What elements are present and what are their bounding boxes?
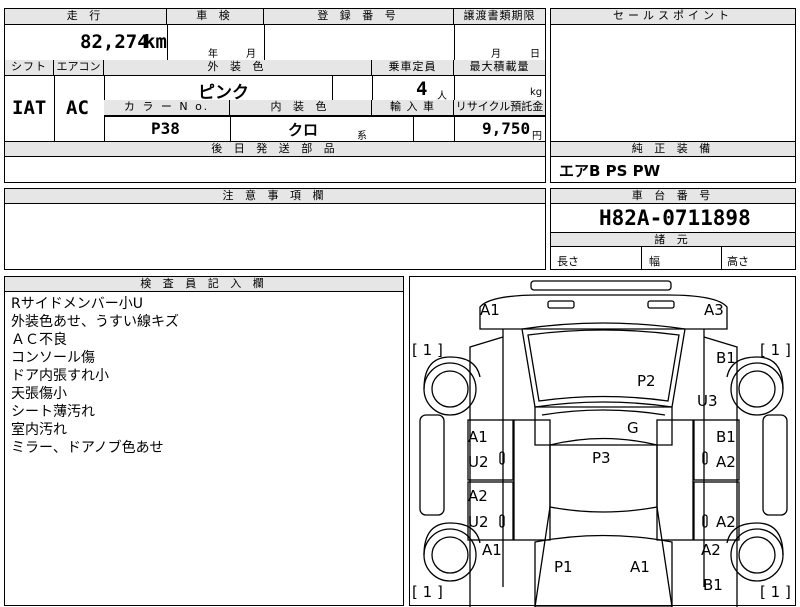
- chassis-header: 車 台 番 号: [551, 189, 795, 204]
- mark-left-rear-door: A2: [468, 487, 488, 505]
- divider: [721, 247, 722, 269]
- mark-left-rear-door-2: U2: [468, 513, 489, 531]
- sales-point-section: セールスポイント: [550, 8, 796, 142]
- inspection-month-unit: 月: [246, 49, 256, 60]
- interior-suffix: 系: [357, 131, 367, 142]
- note-line: ドア内張すれ小: [11, 368, 109, 384]
- bracket-front-right: [ 1 ]: [760, 341, 791, 359]
- transfer-month-unit: 月: [491, 49, 501, 60]
- note-line: ＡＣ不良: [11, 332, 67, 348]
- capacity-header: 乗車定員: [372, 60, 454, 76]
- length-label: 長さ: [557, 255, 579, 268]
- interior-color-value: クロ: [288, 121, 319, 139]
- note-line: シート薄汚れ: [11, 404, 95, 420]
- recycle-value: 9,750: [482, 119, 531, 138]
- shift-value: IAT: [12, 97, 47, 119]
- divider: [641, 247, 642, 269]
- later-parts-header: 後 日 発 送 部 品: [5, 142, 545, 157]
- mark-left-front-door: A1: [468, 428, 488, 446]
- caution-header: 注 意 事 項 欄: [5, 189, 545, 204]
- max-load-unit: kg: [530, 87, 543, 98]
- equipment-section: 純 正 装 備 エアB PS PW: [550, 141, 796, 183]
- sales-point-header: セールスポイント: [551, 9, 795, 25]
- car-diagram: [ 1 ] [ 1 ] [ 1 ] [ 1 ] A1 A3 B1 P2 U3 G…: [409, 276, 796, 607]
- shift-header: シフト: [5, 60, 54, 76]
- mark-right-front-door-2: A2: [716, 453, 736, 471]
- mark-rear-right: B1: [703, 576, 723, 594]
- mark-windshield: P2: [637, 372, 656, 390]
- color-no-header: カ ラ ー N o.: [104, 100, 230, 116]
- recycle-unit: 円: [532, 131, 542, 142]
- registration-header: 登 録 番 号: [264, 9, 454, 25]
- equipment-value: エアB PS PW: [559, 162, 661, 180]
- inspection-year-unit: 年: [208, 49, 218, 60]
- mark-left-quarter: A1: [482, 541, 502, 559]
- inspector-notes: Rサイドメンバー小U 外装色あせ、うすい線キズ ＡＣ不良 コンソール傷 ドア内張…: [11, 295, 179, 457]
- vehicle-info-form: 走 行 車 検 登 録 番 号 譲渡書類期限 82,274 km 年 月 月 日…: [4, 8, 546, 142]
- color-no-value: P38: [151, 119, 180, 138]
- dimensions-header: 諸 元: [551, 232, 795, 247]
- interior-color-header: 内 装 色: [230, 100, 372, 116]
- ac-value: AC: [66, 97, 89, 119]
- note-line: 室内汚れ: [11, 422, 67, 438]
- divider: [332, 75, 333, 100]
- mileage-value: 82,274: [80, 31, 149, 53]
- transfer-day-unit: 日: [530, 49, 540, 60]
- divider: [413, 116, 414, 141]
- bracket-rear-left: [ 1 ]: [412, 583, 443, 601]
- caution-section: 注 意 事 項 欄: [4, 188, 546, 270]
- import-header: 輸 入 車: [372, 100, 454, 116]
- chassis-section: 車 台 番 号 H82A-0711898 諸 元 長さ 幅 高さ: [550, 188, 796, 270]
- mileage-unit: km: [144, 31, 167, 53]
- note-line: 天張傷小: [11, 386, 67, 402]
- mark-left-front-door-2: U2: [468, 453, 489, 471]
- note-line: 外装色あせ、うすい線キズ: [11, 314, 179, 330]
- bracket-rear-right: [ 1 ]: [760, 583, 791, 601]
- mark-rear-glass-2: A1: [630, 558, 650, 576]
- mark-right-quarter: A2: [701, 541, 721, 559]
- ac-header: エアコン: [54, 60, 104, 76]
- chassis-value: H82A-0711898: [599, 206, 751, 230]
- mark-right-front-door: B1: [716, 428, 736, 446]
- mark-front-right: A3: [704, 301, 724, 319]
- note-line: Rサイドメンバー小U: [11, 296, 143, 312]
- capacity-value: 4: [416, 78, 428, 100]
- mark-right-fender: B1: [716, 349, 736, 367]
- divider: [104, 116, 545, 117]
- mark-rear-glass: P1: [554, 558, 573, 576]
- height-label: 高さ: [727, 255, 749, 268]
- mark-roof: G: [627, 419, 639, 437]
- transfer-docs-header: 譲渡書類期限: [454, 9, 545, 25]
- ext-color-header: 外 装 色: [104, 60, 372, 76]
- later-parts-section: 後 日 発 送 部 品: [4, 141, 546, 183]
- inspection-header: 車 検: [167, 9, 264, 25]
- mark-center: P3: [592, 449, 611, 467]
- note-line: ミラー、ドアノブ色あせ: [11, 440, 164, 456]
- note-line: コンソール傷: [11, 350, 95, 366]
- mark-right-roof: U3: [697, 392, 718, 410]
- mark-right-rear-door: A2: [716, 513, 736, 531]
- mileage-header: 走 行: [5, 9, 167, 25]
- width-label: 幅: [649, 255, 660, 268]
- equipment-header: 純 正 装 備: [551, 142, 795, 157]
- max-load-header: 最大積載量: [454, 60, 545, 76]
- recycle-header: リサイクル預託金: [454, 100, 545, 116]
- mark-front-left: A1: [480, 301, 500, 319]
- inspector-header: 検 査 員 記 入 欄: [5, 277, 403, 292]
- bracket-front-left: [ 1 ]: [412, 341, 443, 359]
- inspector-section: 検 査 員 記 入 欄 Rサイドメンバー小U 外装色あせ、うすい線キズ ＡＣ不良…: [4, 276, 404, 606]
